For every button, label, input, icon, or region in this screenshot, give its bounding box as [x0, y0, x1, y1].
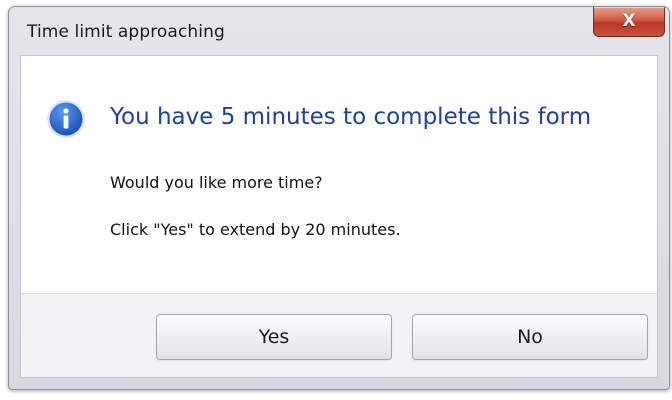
message-area: You have 5 minutes to complete this form… — [21, 56, 657, 293]
message-instruction: Click "Yes" to extend by 20 minutes. — [110, 220, 401, 239]
close-button[interactable]: X — [593, 7, 665, 37]
no-button[interactable]: No — [412, 314, 648, 360]
close-icon: X — [622, 11, 636, 31]
dialog-content: You have 5 minutes to complete this form… — [20, 55, 658, 378]
title-bar[interactable]: Time limit approaching X — [9, 7, 669, 55]
button-bar: Yes No — [21, 293, 657, 377]
dialog-title: Time limit approaching — [27, 22, 225, 42]
message-question: Would you like more time? — [110, 173, 323, 192]
info-icon — [47, 100, 85, 138]
dialog-heading: You have 5 minutes to complete this form — [110, 104, 592, 130]
dialog-window: Time limit approaching X You have 5 minu… — [8, 6, 670, 390]
yes-button[interactable]: Yes — [156, 314, 392, 360]
